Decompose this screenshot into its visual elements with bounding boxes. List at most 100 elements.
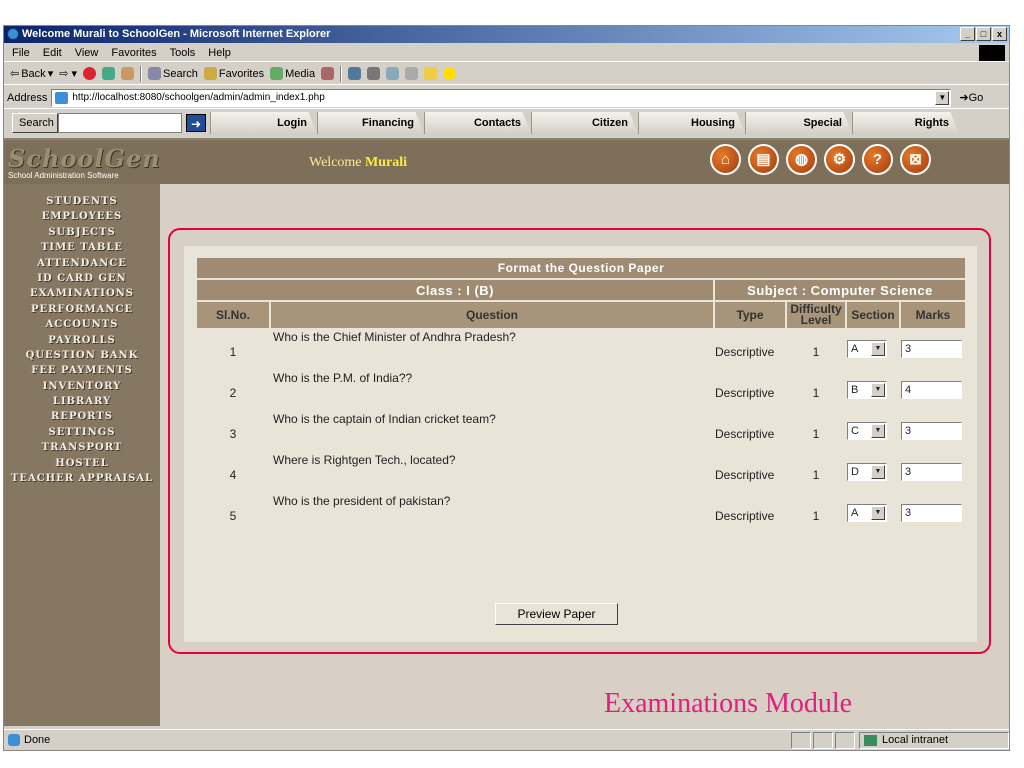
search-button[interactable]: Search	[148, 67, 198, 80]
help-icon[interactable]: ?	[862, 144, 893, 175]
section-select[interactable]: D ▼	[847, 463, 887, 481]
sidebar-item-payrolls[interactable]: PAYROLLS	[4, 333, 160, 348]
sidebar-item-teacher-appraisal[interactable]: TEACHER APPRAISAL	[4, 471, 160, 486]
mail-icon[interactable]	[348, 67, 362, 80]
media-button[interactable]: Media	[270, 67, 315, 80]
sidebar-item-performance[interactable]: PERFORMANCE	[4, 302, 160, 317]
row-difficulty: 1	[812, 345, 820, 359]
row-difficulty: 1	[812, 509, 820, 523]
sidebar-item-accounts[interactable]: ACCOUNTS	[4, 317, 160, 332]
table-row: 1 Who is the Chief Minister of Andhra Pr…	[197, 330, 965, 369]
messenger-icon[interactable]	[424, 67, 438, 80]
sidebar-item-settings[interactable]: SETTINGS	[4, 425, 160, 440]
sidebar-item-hostel[interactable]: HOSTEL	[4, 456, 160, 471]
sidebar-item-transport[interactable]: TRANSPORT	[4, 440, 160, 455]
go-button[interactable]: ➜Go	[959, 91, 983, 104]
section-select[interactable]: B ▼	[847, 381, 887, 399]
back-arrow-icon: ⇦	[10, 68, 20, 80]
favorites-button[interactable]: Favorites	[203, 67, 264, 80]
tab-contacts[interactable]: Contacts	[424, 112, 531, 134]
marks-input[interactable]: 3	[901, 422, 962, 440]
menu-favorites[interactable]: Favorites	[111, 47, 156, 61]
sidebar-item-id-card-gen[interactable]: ID CARD GEN	[4, 271, 160, 286]
globe-icon[interactable]: ◍	[786, 144, 817, 175]
address-input[interactable]: http://localhost:8080/schoolgen/admin/ad…	[51, 88, 952, 107]
stop-icon[interactable]	[83, 67, 97, 80]
col-header-slno: Sl.No.	[197, 302, 269, 328]
favorites-icon	[203, 67, 217, 80]
col-header-section: Section	[847, 302, 899, 328]
home-icon[interactable]	[121, 67, 135, 80]
toolbar-separator	[140, 65, 143, 82]
close-button[interactable]: x	[992, 27, 1007, 41]
title-bar: Welcome Murali to SchoolGen - Microsoft …	[4, 26, 1009, 43]
logo-title: SchoolGen	[8, 144, 161, 173]
nav-search-input[interactable]	[58, 113, 182, 133]
status-bar: Done Local intranet	[4, 729, 1009, 750]
row-question: Where is Rightgen Tech., located?	[273, 453, 456, 467]
marks-input[interactable]: 3	[901, 463, 962, 481]
sidebar-item-employees[interactable]: EMPLOYEES	[4, 209, 160, 224]
sidebar-item-question-bank[interactable]: QUESTION BANK	[4, 348, 160, 363]
tab-financing[interactable]: Financing	[317, 112, 424, 134]
sidebar-item-inventory[interactable]: INVENTORY	[4, 379, 160, 394]
forward-button[interactable]: ⇨ ▾	[59, 67, 77, 80]
sidebar-item-examinations[interactable]: EXAMINATIONS	[4, 286, 160, 301]
discuss-icon[interactable]	[405, 67, 419, 80]
address-bar: Address http://localhost:8080/schoolgen/…	[4, 87, 1009, 109]
menu-file[interactable]: File	[12, 47, 30, 61]
sidebar-item-library[interactable]: LIBRARY	[4, 394, 160, 409]
nav-go-arrow-icon[interactable]: ➜	[186, 114, 206, 132]
maximize-button[interactable]: □	[976, 27, 991, 41]
security-zone: Local intranet	[859, 732, 1009, 749]
history-icon[interactable]	[321, 67, 335, 80]
sidebar-item-fee-payments[interactable]: FEE PAYMENTS	[4, 363, 160, 378]
menu-edit[interactable]: Edit	[43, 47, 62, 61]
table-title: Format the Question Paper	[197, 258, 965, 278]
sidebar: STUDENTS EMPLOYEES SUBJECTS TIME TABLE A…	[4, 184, 160, 726]
row-slno: 4	[229, 468, 237, 482]
book-icon[interactable]: ▤	[748, 144, 779, 175]
menu-tools[interactable]: Tools	[170, 47, 196, 61]
edit-icon[interactable]	[386, 67, 400, 80]
smiley-icon[interactable]	[443, 67, 457, 80]
row-question: Who is the captain of Indian cricket tea…	[273, 412, 496, 426]
menu-help[interactable]: Help	[208, 47, 231, 61]
sidebar-item-reports[interactable]: REPORTS	[4, 409, 160, 424]
sidebar-item-subjects[interactable]: SUBJECTS	[4, 225, 160, 240]
tab-rights[interactable]: Rights	[852, 112, 959, 134]
sidebar-item-students[interactable]: STUDENTS	[4, 194, 160, 209]
close-icon[interactable]: ⊠	[900, 144, 931, 175]
tab-citizen[interactable]: Citizen	[531, 112, 638, 134]
chevron-down-icon: ▼	[871, 383, 885, 397]
menu-bar: File Edit View Favorites Tools Help	[4, 44, 1009, 62]
marks-input[interactable]: 4	[901, 381, 962, 399]
print-icon[interactable]	[367, 67, 381, 80]
minimize-button[interactable]: _	[960, 27, 975, 41]
nav-search-button[interactable]: Search	[12, 113, 58, 133]
preview-paper-button[interactable]: Preview Paper	[495, 603, 618, 625]
row-type: Descriptive	[715, 345, 775, 359]
row-type: Descriptive	[715, 427, 775, 441]
menu-view[interactable]: View	[75, 47, 99, 61]
page-icon	[55, 91, 69, 104]
section-select[interactable]: A ▼	[847, 504, 887, 522]
home-icon[interactable]: ⌂	[710, 144, 741, 175]
sidebar-item-attendance[interactable]: ATTENDANCE	[4, 256, 160, 271]
windows-logo-icon	[979, 45, 1005, 61]
tab-special[interactable]: Special	[745, 112, 852, 134]
status-cell	[813, 732, 833, 749]
refresh-icon[interactable]	[102, 67, 116, 80]
tab-login[interactable]: Login	[210, 112, 317, 134]
back-button[interactable]: ⇦ Back ▾	[10, 67, 53, 81]
tab-housing[interactable]: Housing	[638, 112, 745, 134]
chevron-down-icon[interactable]: ▼	[935, 90, 950, 105]
class-label: Class : I (B)	[197, 280, 713, 300]
toolbar: ⇦ Back ▾ ⇨ ▾ Search Favorites Media	[4, 63, 1009, 85]
section-select[interactable]: C ▼	[847, 422, 887, 440]
marks-input[interactable]: 3	[901, 340, 962, 358]
marks-input[interactable]: 3	[901, 504, 962, 522]
section-select[interactable]: A ▼	[847, 340, 887, 358]
tools-icon[interactable]: ⚙	[824, 144, 855, 175]
sidebar-item-time-table[interactable]: TIME TABLE	[4, 240, 160, 255]
